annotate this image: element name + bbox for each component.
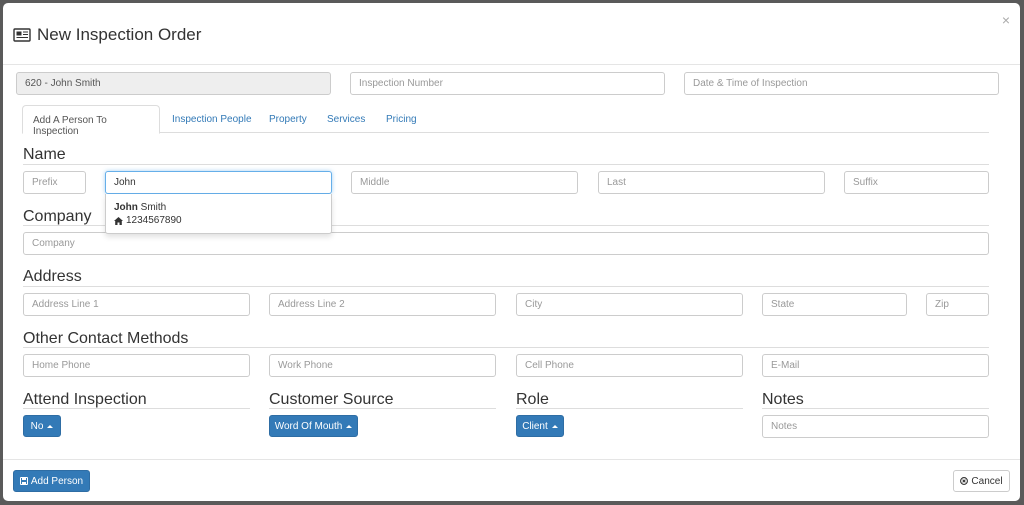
company-section-title: Company <box>23 208 92 225</box>
cancel-label: Cancel <box>971 475 1003 487</box>
name-divider <box>23 164 989 165</box>
role-dropdown-button[interactable]: Client <box>516 415 564 437</box>
cell-phone-input[interactable] <box>516 354 743 377</box>
suggestion-phone: 1234567890 <box>126 215 182 226</box>
address-section-title: Address <box>23 268 82 285</box>
state-input[interactable] <box>762 293 907 316</box>
company-input[interactable] <box>23 232 989 255</box>
tab-pricing[interactable]: Pricing <box>376 105 427 134</box>
address-divider <box>23 286 989 287</box>
modal-header: New Inspection Order × <box>3 3 1020 65</box>
role-value: Client <box>522 420 548 432</box>
tab-add-person[interactable]: Add A Person To Inspection <box>22 105 160 137</box>
floppy-disk-icon <box>19 477 28 485</box>
attend-dropdown-button[interactable]: No <box>23 415 61 437</box>
modal-title-text: New Inspection Order <box>37 25 202 44</box>
source-section-title: Customer Source <box>269 391 394 408</box>
address-line2-input[interactable] <box>269 293 496 316</box>
contact-section-title: Other Contact Methods <box>23 330 189 347</box>
caret-up-icon <box>47 424 54 428</box>
tab-services[interactable]: Services <box>317 105 375 134</box>
cancel-circle-icon <box>960 477 969 485</box>
attend-value: No <box>30 420 44 432</box>
inspection-datetime-input[interactable] <box>684 72 999 95</box>
middle-name-input[interactable] <box>351 171 578 194</box>
notes-section-title: Notes <box>762 391 804 408</box>
add-person-label: Add Person <box>30 475 84 487</box>
customer-source-dropdown-button[interactable]: Word Of Mouth <box>269 415 358 437</box>
attend-divider <box>23 408 250 409</box>
cancel-button[interactable]: Cancel <box>953 470 1010 492</box>
caret-up-icon <box>346 424 353 428</box>
role-section-title: Role <box>516 391 549 408</box>
work-phone-input[interactable] <box>269 354 496 377</box>
tab-property[interactable]: Property <box>259 105 317 134</box>
city-input[interactable] <box>516 293 743 316</box>
inspection-tabs: Add A Person To Inspection Inspection Pe… <box>22 105 989 137</box>
contact-divider <box>23 347 989 348</box>
last-name-input[interactable] <box>598 171 825 194</box>
source-value: Word Of Mouth <box>274 420 343 432</box>
newspaper-icon <box>13 28 31 42</box>
home-phone-input[interactable] <box>23 354 250 377</box>
source-divider <box>269 408 496 409</box>
home-icon <box>114 216 123 225</box>
caret-up-icon <box>551 424 558 428</box>
zip-input[interactable] <box>926 293 989 316</box>
email-input[interactable] <box>762 354 989 377</box>
name-section-title: Name <box>23 146 66 163</box>
autocomplete-suggestion[interactable]: John Smith 1234567890 <box>114 201 323 227</box>
new-inspection-order-modal: New Inspection Order × Add A Person To I… <box>3 3 1020 501</box>
close-icon[interactable]: × <box>1002 12 1010 28</box>
tab-inspection-people[interactable]: Inspection People <box>162 105 262 134</box>
suffix-input[interactable] <box>844 171 989 194</box>
modal-footer: Add Person Cancel <box>3 459 1020 501</box>
first-name-input[interactable] <box>105 171 332 194</box>
prefix-input[interactable] <box>23 171 86 194</box>
add-person-button[interactable]: Add Person <box>13 470 90 492</box>
modal-title: New Inspection Order <box>13 25 201 45</box>
role-divider <box>516 408 743 409</box>
notes-input[interactable] <box>762 415 989 438</box>
suggestion-first-name: John <box>114 202 138 213</box>
inspection-number-input[interactable] <box>350 72 665 95</box>
notes-divider <box>762 408 989 409</box>
attend-section-title: Attend Inspection <box>23 391 147 408</box>
suggestion-last-name: Smith <box>137 202 167 213</box>
name-autocomplete-dropdown: John Smith 1234567890 <box>105 194 332 234</box>
client-field <box>16 72 331 95</box>
address-line1-input[interactable] <box>23 293 250 316</box>
